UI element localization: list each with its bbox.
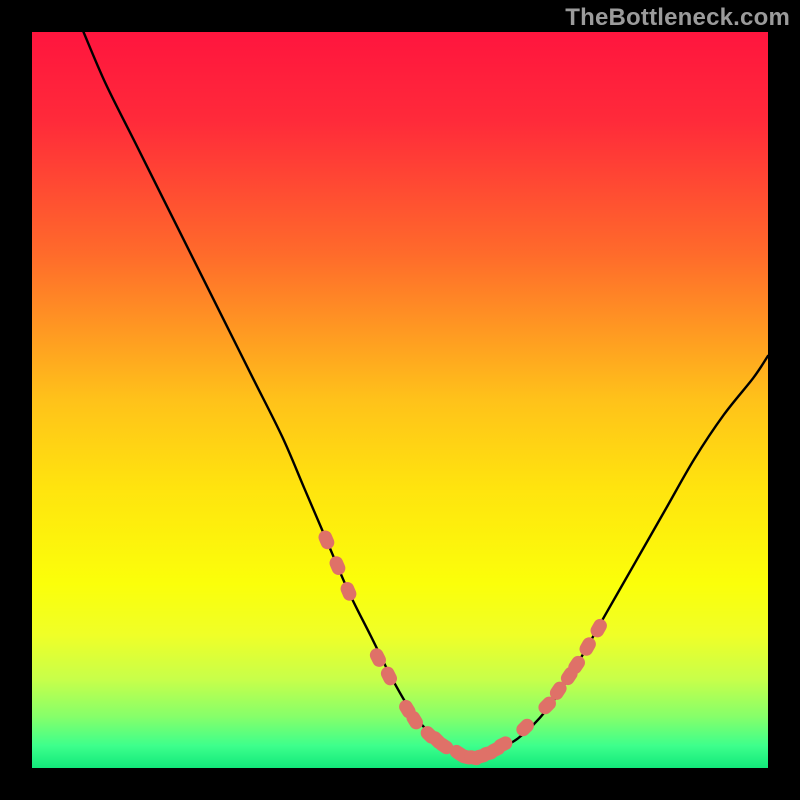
chart-frame: TheBottleneck.com xyxy=(0,0,800,800)
plot-area xyxy=(32,32,768,768)
watermark-text: TheBottleneck.com xyxy=(565,4,790,32)
bottleneck-chart xyxy=(32,32,768,768)
gradient-background xyxy=(32,32,768,768)
